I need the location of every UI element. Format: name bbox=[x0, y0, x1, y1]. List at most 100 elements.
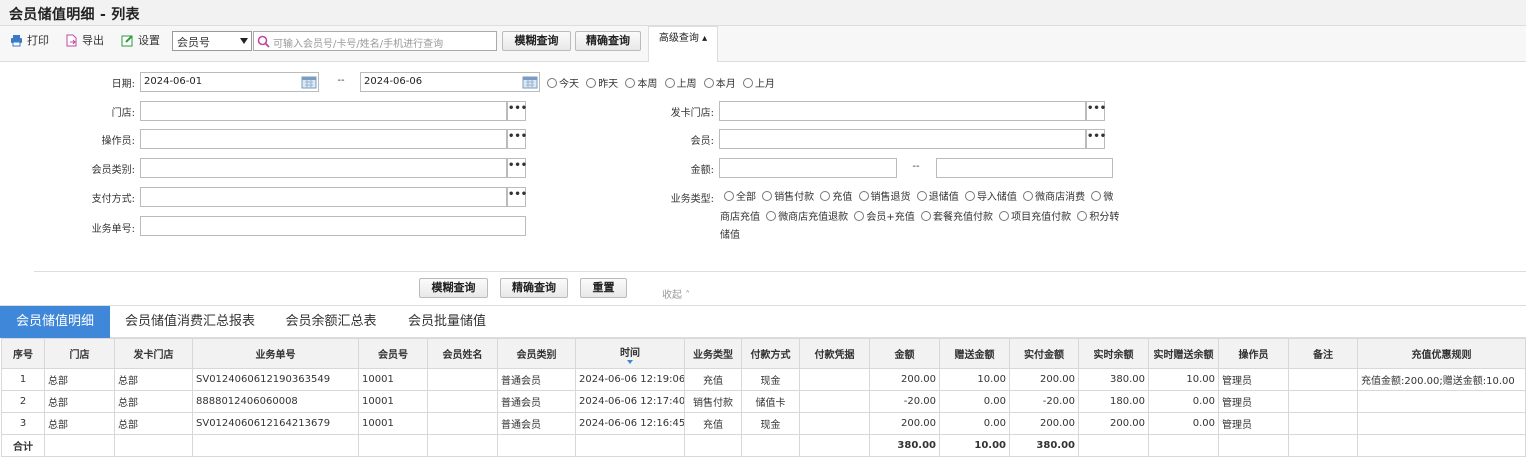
cell: 0.00 bbox=[939, 390, 1010, 413]
cell: 2 bbox=[1, 390, 45, 413]
cell: 普通会员 bbox=[497, 368, 576, 391]
col-header[interactable]: 业务类型 bbox=[684, 338, 742, 369]
cell bbox=[741, 434, 800, 457]
payment-picker-button[interactable]: ••• bbox=[507, 187, 527, 207]
advanced-search-tab[interactable]: 高级查询 ▴ bbox=[648, 26, 718, 62]
tab-balance-summary[interactable]: 会员余额汇总表 bbox=[270, 306, 392, 338]
col-header[interactable]: 实付金额 bbox=[1009, 338, 1079, 369]
cell: 现金 bbox=[741, 412, 800, 435]
col-header[interactable]: 付款方式 bbox=[741, 338, 800, 369]
issue-store-picker-button[interactable]: ••• bbox=[1086, 101, 1106, 121]
col-header[interactable]: 赠送金额 bbox=[939, 338, 1010, 369]
cell bbox=[427, 368, 498, 391]
operator-picker-button[interactable]: ••• bbox=[507, 129, 527, 149]
radio-biz-refund-value[interactable]: 退储值 bbox=[916, 191, 959, 203]
store-input[interactable] bbox=[140, 101, 507, 121]
filter-fuzzy-search-button[interactable]: 模糊查询 bbox=[419, 278, 488, 298]
col-header[interactable]: 充值优惠规则 bbox=[1357, 338, 1526, 369]
cell: 充值 bbox=[684, 412, 742, 435]
cell: 总部 bbox=[114, 390, 193, 413]
table-row[interactable]: 1 总部 总部 SV0124060612190363549 10001 普通会员… bbox=[1, 368, 1526, 391]
search-field-select[interactable]: 会员号 bbox=[172, 31, 252, 51]
col-header[interactable]: 实时赠送余额 bbox=[1148, 338, 1219, 369]
tab-batch-value[interactable]: 会员批量储值 bbox=[392, 306, 502, 338]
biz-no-input[interactable] bbox=[140, 216, 526, 236]
col-header[interactable]: 会员姓名 bbox=[427, 338, 498, 369]
collapse-filters-link[interactable]: 收起 ˄ bbox=[662, 286, 690, 301]
toolbar: 打印 导出 设置 会员号 可输入会员号/卡号/姓名/手机进行查询 模糊查询 精确… bbox=[0, 26, 1526, 62]
member-label: 会员: bbox=[690, 136, 714, 147]
radio-biz-member-recharge[interactable]: 会员+充值 bbox=[854, 211, 915, 223]
radio-biz-sale-pay[interactable]: 销售付款 bbox=[762, 191, 814, 203]
radio-biz-microstore-consume[interactable]: 微商店消费 bbox=[1023, 191, 1085, 203]
cell bbox=[799, 390, 870, 413]
cell: 总部 bbox=[44, 390, 115, 413]
issue-store-input[interactable] bbox=[719, 101, 1086, 121]
radio-last-month[interactable]: 上月 bbox=[742, 78, 775, 90]
operator-input[interactable] bbox=[140, 129, 507, 149]
biz-type-line-3: 储值 bbox=[720, 230, 740, 241]
radio-biz-all[interactable]: 全部 bbox=[724, 191, 756, 203]
date-from-input[interactable]: 2024-06-01 bbox=[140, 72, 319, 92]
col-header[interactable]: 备注 bbox=[1288, 338, 1358, 369]
cell: 10001 bbox=[358, 412, 428, 435]
settings-button[interactable]: 设置 bbox=[121, 33, 165, 49]
cell bbox=[799, 368, 870, 391]
member-type-picker-button[interactable]: ••• bbox=[507, 158, 527, 178]
cell: 200.00 bbox=[1009, 368, 1079, 391]
store-picker-button[interactable]: ••• bbox=[507, 101, 527, 121]
calendar-icon[interactable] bbox=[522, 75, 538, 89]
col-header-time[interactable]: 时间 bbox=[575, 338, 685, 369]
radio-this-month[interactable]: 本月 bbox=[703, 78, 736, 90]
export-label: 导出 bbox=[82, 34, 104, 47]
filter-exact-search-button[interactable]: 精确查询 bbox=[500, 278, 568, 298]
tab-member-value-detail[interactable]: 会员储值明细 bbox=[0, 306, 110, 338]
radio-this-week[interactable]: 本周 bbox=[625, 78, 657, 90]
cell bbox=[192, 434, 359, 457]
radio-biz-package-recharge[interactable]: 套餐充值付款 bbox=[920, 211, 993, 223]
reset-button[interactable]: 重置 bbox=[580, 278, 627, 298]
col-header[interactable]: 门店 bbox=[44, 338, 115, 369]
exact-search-button[interactable]: 精确查询 bbox=[575, 31, 641, 51]
date-quick-options: 今天 昨天 本周 上周 本月 上月 bbox=[547, 75, 775, 90]
amount-from-input[interactable] bbox=[719, 158, 897, 178]
cell: 销售付款 bbox=[684, 390, 742, 413]
sort-desc-icon bbox=[627, 359, 633, 364]
fuzzy-search-button[interactable]: 模糊查询 bbox=[502, 31, 571, 51]
settings-label: 设置 bbox=[138, 34, 160, 47]
table-row[interactable]: 2 总部 总部 8888012406060008 10001 普通会员 2024… bbox=[1, 390, 1526, 413]
search-input[interactable]: 可输入会员号/卡号/姓名/手机进行查询 bbox=[253, 31, 497, 51]
radio-last-week[interactable]: 上周 bbox=[664, 78, 697, 90]
table-row[interactable]: 3 总部 总部 SV0124060612164213679 10001 普通会员… bbox=[1, 412, 1526, 435]
col-header[interactable]: 序号 bbox=[1, 338, 45, 369]
col-header[interactable]: 操作员 bbox=[1218, 338, 1289, 369]
col-header[interactable]: 会员类别 bbox=[497, 338, 576, 369]
col-header[interactable]: 发卡门店 bbox=[114, 338, 193, 369]
radio-biz-microstore-recharge[interactable]: 微 bbox=[1091, 191, 1113, 203]
payment-input[interactable] bbox=[140, 187, 507, 207]
col-header[interactable]: 金额 bbox=[869, 338, 940, 369]
radio-biz-import-value[interactable]: 导入储值 bbox=[964, 191, 1017, 203]
export-button[interactable]: 导出 bbox=[65, 33, 109, 49]
member-type-input[interactable] bbox=[140, 158, 507, 178]
col-header[interactable]: 付款凭据 bbox=[799, 338, 870, 369]
print-button[interactable]: 打印 bbox=[10, 33, 54, 49]
radio-biz-microstore-refund[interactable]: 微商店充值退款 bbox=[766, 211, 848, 223]
radio-biz-project-recharge[interactable]: 项目充值付款 bbox=[999, 211, 1071, 223]
member-picker-button[interactable]: ••• bbox=[1086, 129, 1106, 149]
cell bbox=[114, 434, 193, 457]
radio-biz-sale-return[interactable]: 销售退货 bbox=[858, 191, 911, 203]
issue-store-label: 发卡门店: bbox=[670, 108, 714, 119]
col-header[interactable]: 业务单号 bbox=[192, 338, 359, 369]
tab-value-consume-summary[interactable]: 会员储值消费汇总报表 bbox=[110, 306, 270, 338]
radio-yesterday[interactable]: 昨天 bbox=[586, 78, 618, 90]
date-to-input[interactable]: 2024-06-06 bbox=[360, 72, 540, 92]
col-header[interactable]: 会员号 bbox=[358, 338, 428, 369]
radio-today[interactable]: 今天 bbox=[547, 78, 579, 90]
amount-to-input[interactable] bbox=[936, 158, 1113, 178]
member-input[interactable] bbox=[719, 129, 1086, 149]
radio-biz-recharge[interactable]: 充值 bbox=[820, 191, 852, 203]
calendar-icon[interactable] bbox=[301, 75, 317, 89]
radio-biz-points-convert[interactable]: 积分转 bbox=[1077, 211, 1119, 223]
col-header[interactable]: 实时余额 bbox=[1078, 338, 1149, 369]
